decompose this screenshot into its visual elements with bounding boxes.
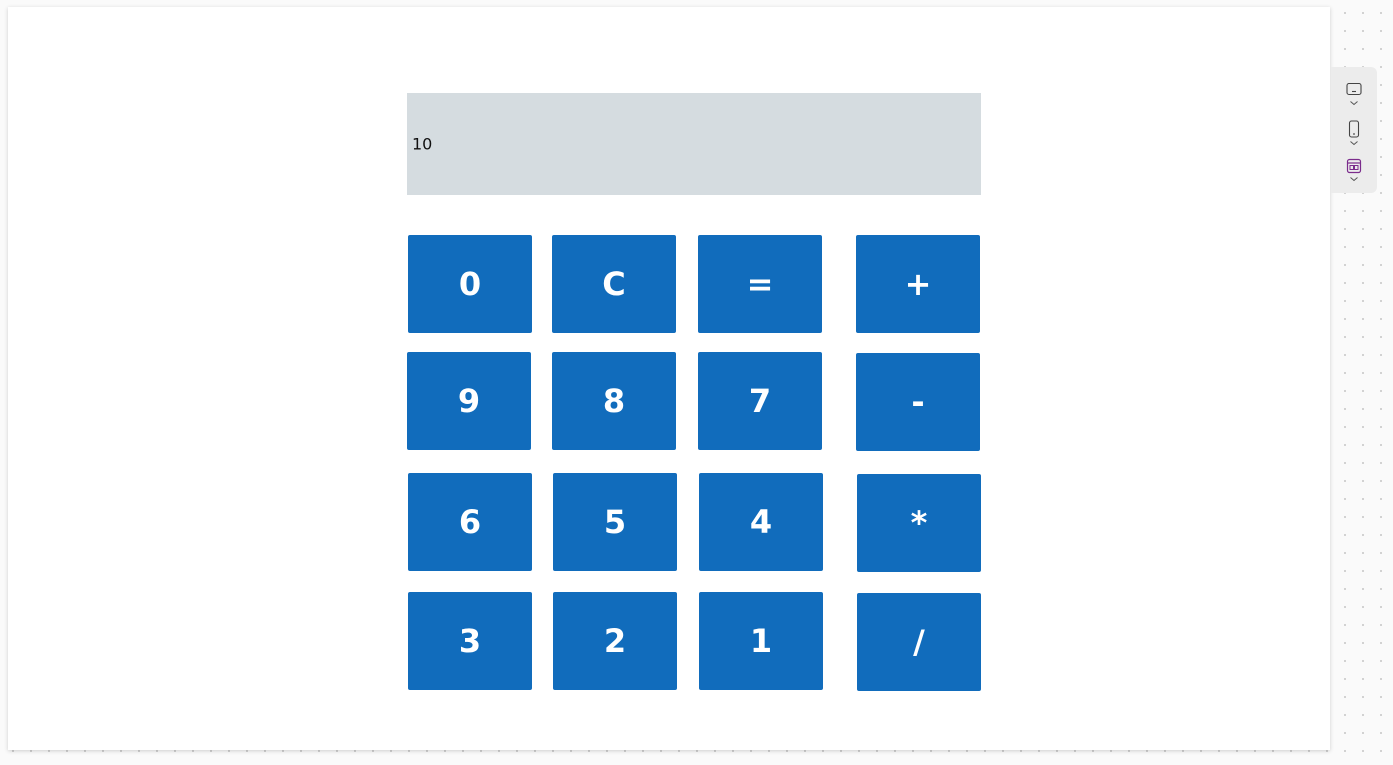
calculator-display: 10 bbox=[407, 93, 981, 195]
mobile-view-toggle[interactable] bbox=[1331, 118, 1377, 154]
desktop-view-icon bbox=[1346, 82, 1362, 96]
key-1[interactable]: 1 bbox=[699, 592, 823, 690]
clear-button[interactable]: C bbox=[552, 235, 676, 333]
key-0[interactable]: 0 bbox=[408, 235, 532, 333]
divide-button[interactable]: / bbox=[857, 593, 981, 691]
key-3[interactable]: 3 bbox=[408, 592, 532, 690]
mobile-view-icon bbox=[1348, 120, 1360, 138]
subtract-button[interactable]: - bbox=[856, 353, 980, 451]
key-7[interactable]: 7 bbox=[698, 352, 822, 450]
key-9[interactable]: 9 bbox=[407, 352, 531, 450]
chevron-down-icon bbox=[1350, 177, 1358, 182]
key-6[interactable]: 6 bbox=[408, 473, 532, 571]
desktop-view-toggle[interactable] bbox=[1331, 80, 1377, 116]
app-canvas: 10 0 C = + 9 8 7 - 6 5 4 * 3 2 1 / bbox=[8, 7, 1330, 750]
equals-button[interactable]: = bbox=[698, 235, 822, 333]
tablet-layout-toggle[interactable] bbox=[1331, 156, 1377, 192]
chevron-down-icon bbox=[1350, 141, 1358, 146]
chevron-down-icon bbox=[1350, 101, 1358, 106]
key-4[interactable]: 4 bbox=[699, 473, 823, 571]
display-value: 10 bbox=[412, 134, 433, 154]
view-toolbar bbox=[1331, 67, 1377, 193]
key-2[interactable]: 2 bbox=[553, 592, 677, 690]
key-8[interactable]: 8 bbox=[552, 352, 676, 450]
add-button[interactable]: + bbox=[856, 235, 980, 333]
key-5[interactable]: 5 bbox=[553, 473, 677, 571]
multiply-button[interactable]: * bbox=[857, 474, 981, 572]
tablet-layout-icon bbox=[1346, 158, 1362, 174]
